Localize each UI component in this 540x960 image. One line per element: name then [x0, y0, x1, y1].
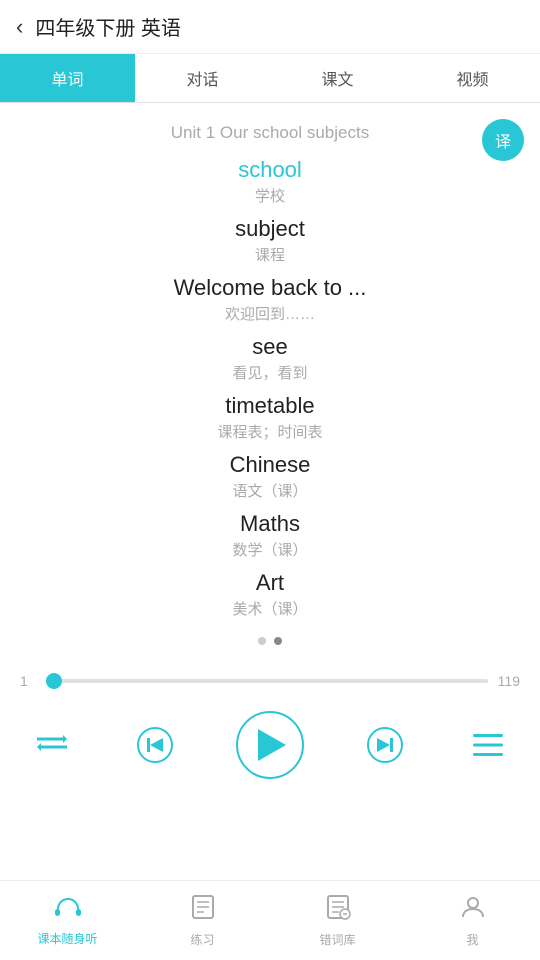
nav-label-practice: 练习	[190, 931, 214, 948]
loop-icon	[37, 733, 67, 757]
word-en-3: see	[232, 334, 307, 360]
tab-bar: 单词 对话 课文 视频	[0, 54, 540, 103]
back-button[interactable]: ‹	[16, 14, 23, 40]
prev-button[interactable]	[133, 723, 177, 767]
word-entry-3: see 看见，看到	[232, 334, 307, 383]
word-en-0: school	[238, 157, 302, 183]
word-en-4: timetable	[217, 393, 322, 419]
nav-item-me[interactable]: 我	[405, 894, 540, 948]
tab-video[interactable]: 视频	[405, 54, 540, 102]
header: ‹ 四年级下册 英语	[0, 0, 540, 54]
practice-icon	[190, 894, 216, 927]
headphone-icon	[54, 895, 82, 926]
progress-track[interactable]	[50, 679, 488, 683]
menu-button[interactable]	[466, 723, 510, 767]
word-list: Unit 1 Our school subjects school 学校 sub…	[0, 123, 540, 629]
player-controls	[0, 699, 540, 791]
word-cn-3: 看见，看到	[232, 362, 307, 383]
bottom-navigation: 课本随身听 练习 错词库	[0, 880, 540, 960]
nav-label-listen: 课本随身听	[37, 930, 97, 947]
word-en-2: Welcome back to ...	[174, 275, 367, 301]
word-entry-7: Art 美术（课）	[232, 570, 307, 619]
wordbank-icon	[325, 894, 351, 927]
tab-dialog[interactable]: 对话	[135, 54, 270, 102]
unit-title: Unit 1 Our school subjects	[171, 123, 369, 143]
loop-button[interactable]	[30, 723, 74, 767]
word-entry-6: Maths 数学（课）	[232, 511, 307, 560]
word-cn-1: 课程	[235, 244, 305, 265]
word-entry-0: school 学校	[238, 157, 302, 206]
word-en-1: subject	[235, 216, 305, 242]
next-button[interactable]	[363, 723, 407, 767]
nav-label-me: 我	[466, 931, 478, 948]
tab-words[interactable]: 单词	[0, 54, 135, 102]
word-entry-1: subject 课程	[235, 216, 305, 265]
progress-thumb	[46, 673, 62, 689]
tab-text[interactable]: 课文	[270, 54, 405, 102]
translate-button[interactable]: 译	[482, 119, 524, 161]
play-button[interactable]	[236, 711, 304, 779]
word-en-7: Art	[232, 570, 307, 596]
word-cn-6: 数学（课）	[232, 539, 307, 560]
word-cn-4: 课程表；时间表	[217, 421, 322, 442]
dot-1	[258, 637, 266, 645]
word-entry-4: timetable 课程表；时间表	[217, 393, 322, 442]
nav-item-wordbank[interactable]: 错词库	[270, 894, 405, 948]
progress-end: 119	[498, 673, 520, 689]
nav-item-listen[interactable]: 课本随身听	[0, 895, 135, 947]
progress-start: 1	[20, 673, 40, 689]
profile-icon	[460, 894, 486, 927]
word-entry-2: Welcome back to ... 欢迎回到……	[174, 275, 367, 324]
word-cn-0: 学校	[238, 185, 302, 206]
word-cn-7: 美术（课）	[232, 598, 307, 619]
pagination-dots	[258, 637, 282, 645]
play-icon	[258, 729, 286, 761]
dot-2	[274, 637, 282, 645]
word-en-5: Chinese	[230, 452, 311, 478]
word-cn-2: 欢迎回到……	[174, 303, 367, 324]
content-area: 译 Unit 1 Our school subjects school 学校 s…	[0, 103, 540, 663]
progress-bar-area: 1 119	[0, 663, 540, 699]
prev-icon	[137, 727, 173, 763]
menu-icon	[473, 734, 503, 756]
nav-item-practice[interactable]: 练习	[135, 894, 270, 948]
word-cn-5: 语文（课）	[230, 480, 311, 501]
word-en-6: Maths	[232, 511, 307, 537]
nav-label-wordbank: 错词库	[319, 931, 355, 948]
word-entry-5: Chinese 语文（课）	[230, 452, 311, 501]
page-title: 四年级下册 英语	[35, 12, 181, 41]
next-icon	[367, 727, 403, 763]
